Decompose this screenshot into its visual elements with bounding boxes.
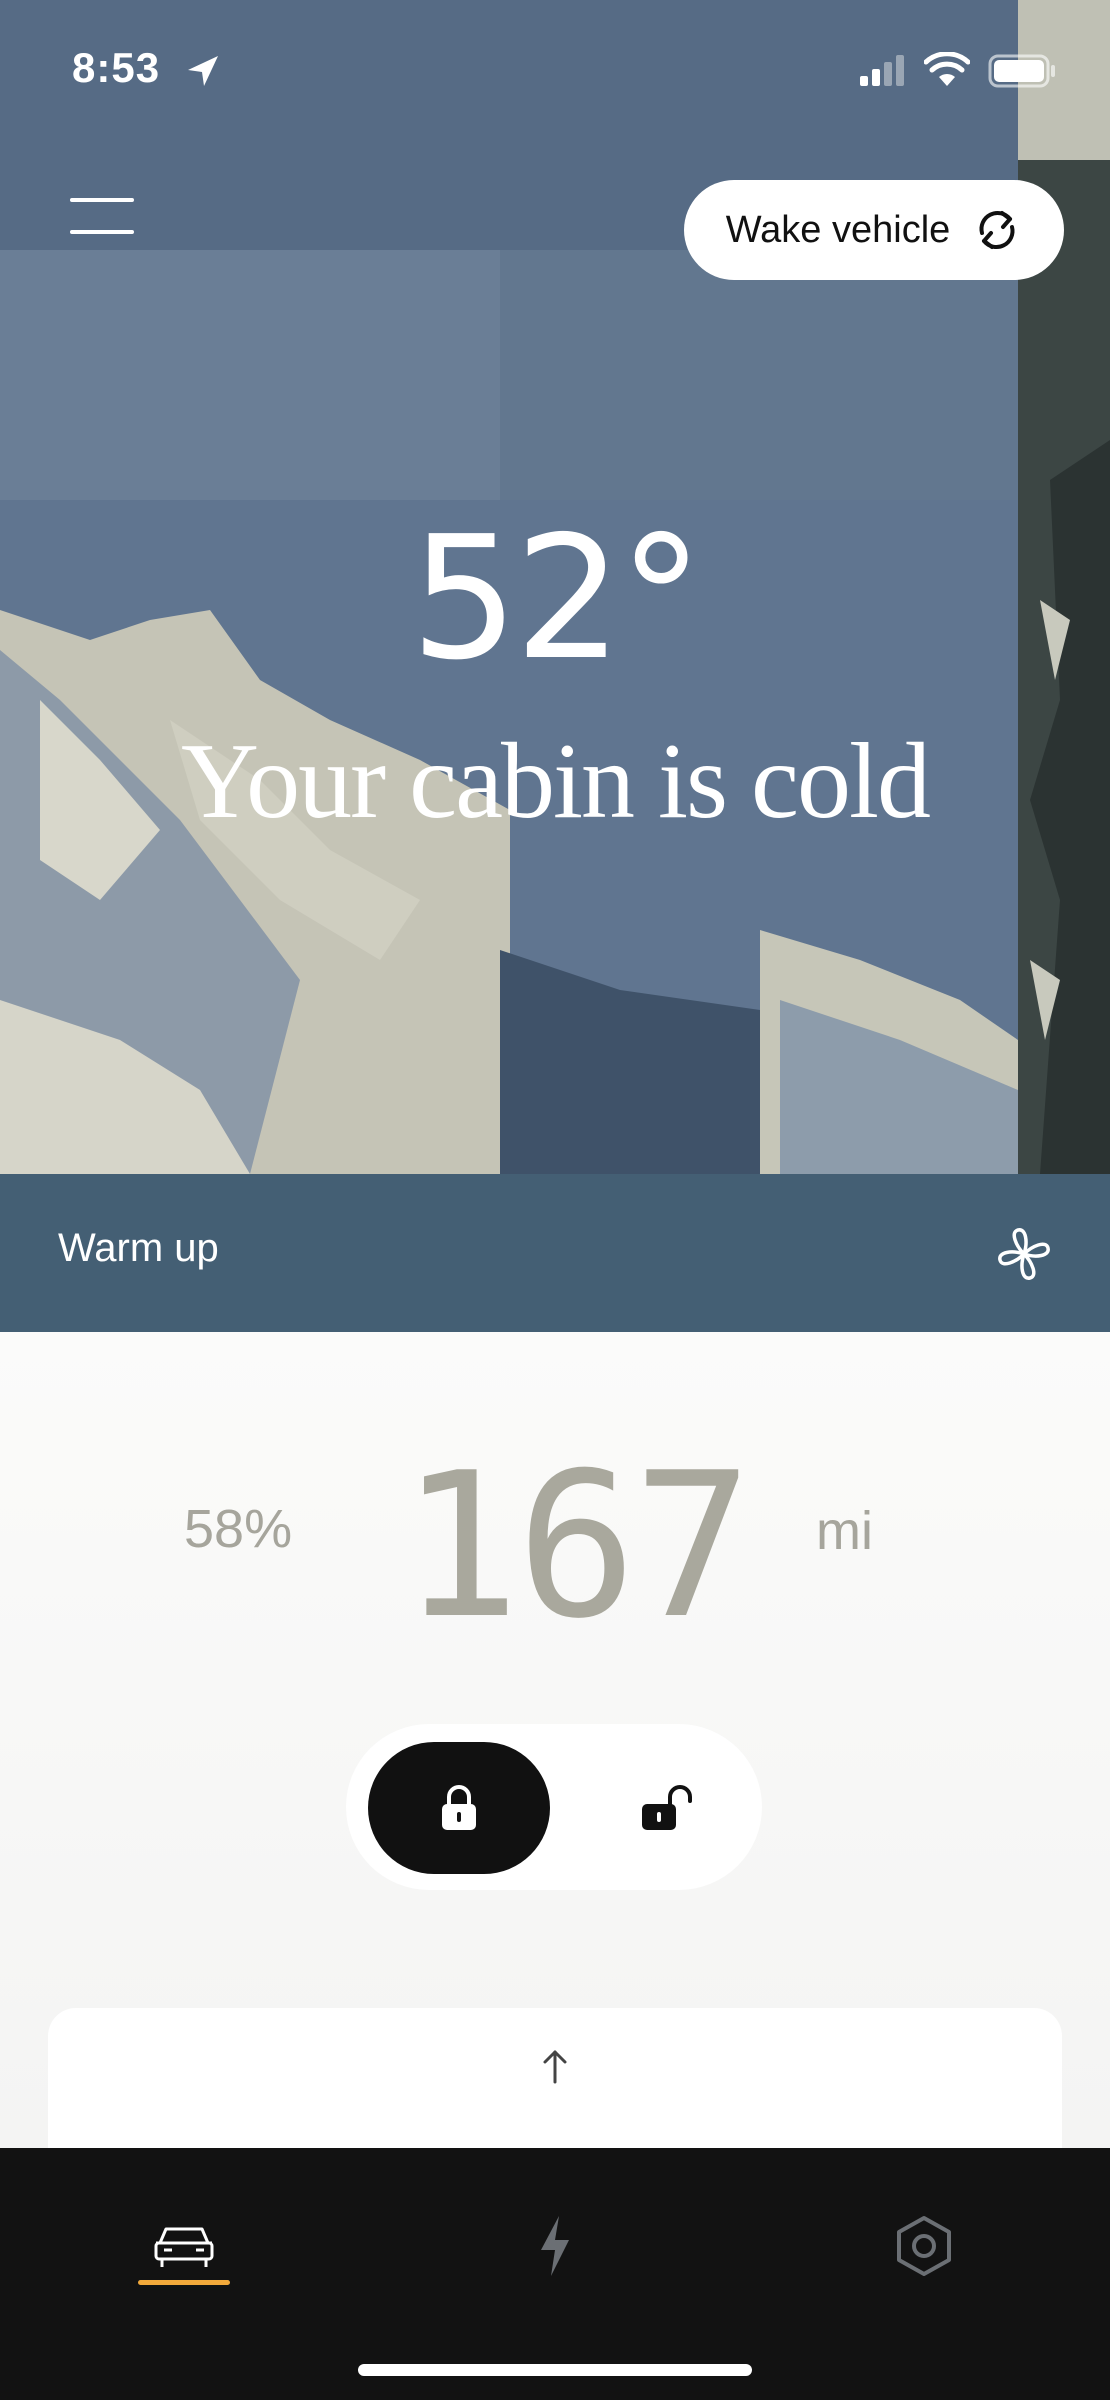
menu-button[interactable] — [70, 198, 134, 234]
tab-charging[interactable] — [505, 2206, 605, 2286]
warm-up-label: Warm up — [58, 1226, 219, 1270]
warm-up-bar[interactable]: Warm up — [0, 1174, 1110, 1332]
menu-icon-line — [70, 198, 134, 202]
lock-open-icon — [642, 1785, 692, 1830]
fan-icon[interactable] — [996, 1226, 1052, 1282]
home-indicator — [358, 2364, 752, 2376]
wifi-icon — [924, 52, 970, 86]
menu-icon-line — [70, 230, 134, 234]
range-miles: 167 — [400, 1430, 753, 1663]
bolt-icon — [541, 2216, 569, 2276]
cabin-temperature: 52° — [410, 500, 703, 698]
tab-settings[interactable] — [874, 2206, 974, 2286]
lock-closed-icon — [442, 1785, 476, 1830]
wake-vehicle-button[interactable]: Wake vehicle — [684, 180, 1064, 280]
hexagon-settings-icon — [897, 2216, 951, 2276]
car-icon — [154, 2227, 214, 2267]
battery-icon — [988, 54, 1055, 88]
arrow-up-icon[interactable] — [535, 2046, 575, 2086]
location-arrow-icon — [188, 56, 218, 86]
cellular-signal-icon — [860, 55, 904, 86]
hero-background: 8:53 Wake vehicle 52° Your cabin is cold — [0, 0, 1110, 1174]
cabin-status-message: Your cabin is cold — [180, 722, 931, 841]
refresh-icon — [979, 211, 1015, 249]
range-unit: mi — [816, 1501, 873, 1561]
battery-percent: 58% — [184, 1499, 293, 1559]
unlock-button[interactable] — [598, 1742, 738, 1874]
tab-vehicle[interactable] — [134, 2206, 234, 2286]
active-tab-indicator — [138, 2280, 230, 2285]
status-time: 8:53 — [72, 44, 161, 91]
wake-vehicle-label: Wake vehicle — [725, 208, 951, 251]
lock-button[interactable] — [368, 1742, 550, 1874]
status-bar: 8:53 — [0, 0, 1110, 140]
